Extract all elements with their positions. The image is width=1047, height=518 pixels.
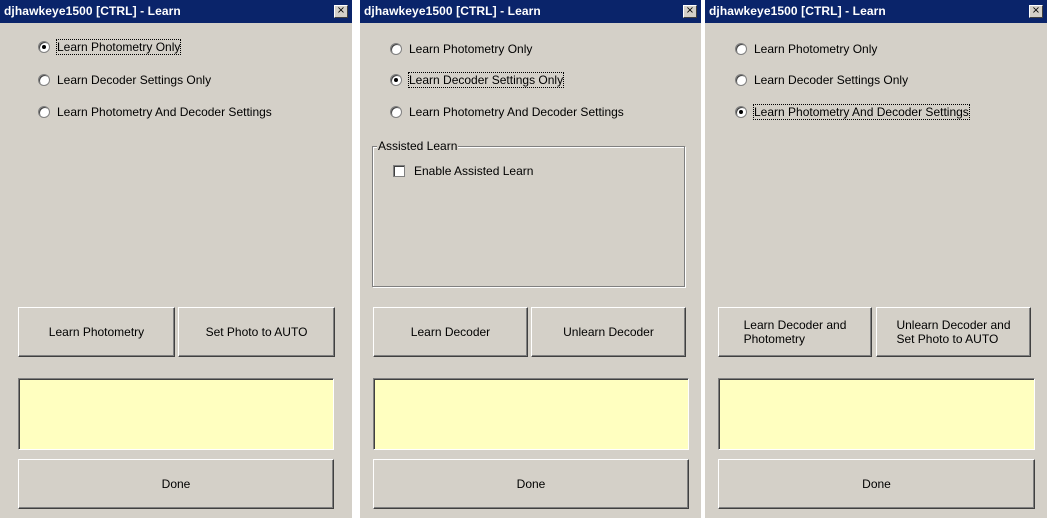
done-button[interactable]: Done [373, 459, 689, 509]
radio-label: Learn Decoder Settings Only [57, 73, 212, 87]
radio-unselected-icon[interactable] [38, 74, 50, 86]
button-line: Set Photo to AUTO [896, 332, 999, 346]
button-line: Photometry [743, 332, 805, 346]
group-title: Assisted Learn [377, 139, 459, 153]
learn-decoder-and-photometry-button[interactable]: Learn Decoder and Photometry [718, 307, 872, 357]
window-title: djhawkeye1500 [CTRL] - Learn [364, 4, 541, 18]
radio-label: Learn Photometry And Decoder Settings [753, 104, 970, 120]
radio-label: Learn Photometry And Decoder Settings [57, 105, 272, 119]
title-bar[interactable]: djhawkeye1500 [CTRL] - Learn × [705, 0, 1047, 25]
learn-window-decoder: djhawkeye1500 [CTRL] - Learn × Learn Pho… [360, 0, 701, 518]
button-line: Learn Decoder and [743, 318, 847, 332]
radio-label: Learn Decoder Settings Only [407, 72, 565, 88]
learn-window-photometry: djhawkeye1500 [CTRL] - Learn × Learn Pho… [0, 0, 352, 518]
radio-unselected-icon[interactable] [390, 106, 402, 118]
assisted-learn-group: Assisted Learn Enable Assisted Learn [372, 139, 685, 287]
radio-label: Learn Photometry And Decoder Settings [409, 105, 624, 119]
close-icon[interactable]: × [683, 5, 697, 18]
window-title: djhawkeye1500 [CTRL] - Learn [709, 4, 886, 18]
radio-selected-icon[interactable] [38, 41, 50, 53]
button-line: Unlearn Decoder and [896, 318, 1011, 332]
radio-label: Learn Photometry Only [754, 42, 878, 56]
status-box [18, 378, 334, 450]
close-icon[interactable]: × [334, 5, 348, 18]
window-title: djhawkeye1500 [CTRL] - Learn [4, 4, 181, 18]
radio-unselected-icon[interactable] [735, 74, 747, 86]
radio-selected-icon[interactable] [735, 106, 747, 118]
learn-window-photometry-and-decoder: djhawkeye1500 [CTRL] - Learn × Learn Pho… [705, 0, 1047, 518]
radio-selected-icon[interactable] [390, 74, 402, 86]
radio-label: Learn Photometry Only [409, 42, 533, 56]
set-photo-auto-button[interactable]: Set Photo to AUTO [178, 307, 335, 357]
unlearn-decoder-button[interactable]: Unlearn Decoder [531, 307, 686, 357]
title-bar[interactable]: djhawkeye1500 [CTRL] - Learn × [0, 0, 352, 25]
unlearn-decoder-and-set-auto-button[interactable]: Unlearn Decoder and Set Photo to AUTO [876, 307, 1031, 357]
done-button[interactable]: Done [18, 459, 334, 509]
status-box [718, 378, 1035, 450]
status-box [373, 378, 689, 450]
radio-unselected-icon[interactable] [390, 43, 402, 55]
learn-photometry-button[interactable]: Learn Photometry [18, 307, 175, 357]
radio-unselected-icon[interactable] [735, 43, 747, 55]
radio-unselected-icon[interactable] [38, 106, 50, 118]
learn-decoder-button[interactable]: Learn Decoder [373, 307, 528, 357]
radio-label: Learn Decoder Settings Only [754, 73, 909, 87]
done-button[interactable]: Done [718, 459, 1035, 509]
close-icon[interactable]: × [1029, 5, 1043, 18]
checkbox-label: Enable Assisted Learn [414, 164, 534, 178]
checkbox-unchecked-icon[interactable] [393, 165, 405, 177]
window-gap [352, 0, 360, 518]
title-bar[interactable]: djhawkeye1500 [CTRL] - Learn × [360, 0, 701, 25]
radio-label: Learn Photometry Only [55, 39, 182, 55]
